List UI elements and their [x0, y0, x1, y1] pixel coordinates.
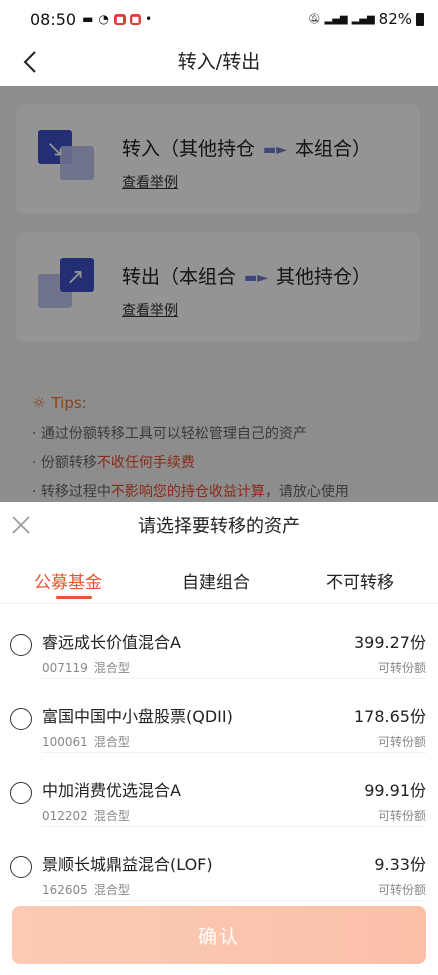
tab-public-funds[interactable]: 公募基金: [34, 568, 102, 593]
amount-label: 可转份额: [377, 735, 426, 749]
app-badge-icon: ■: [129, 13, 142, 25]
fund-row[interactable]: 睿远成长价值混合A 007119 混合型 399.27份 可转份额: [10, 605, 426, 679]
mute-icon: 🔕︎: [307, 13, 321, 25]
status-time: 08:50: [30, 9, 77, 29]
fund-meta: 100061 混合型: [42, 735, 130, 749]
chevron-left-icon: [23, 51, 36, 73]
amount-label: 可转份额: [377, 661, 426, 675]
fund-meta: 162605 混合型: [42, 883, 130, 897]
tab-indicator: [56, 596, 92, 599]
amount-label: 可转份额: [377, 883, 426, 897]
radio-button[interactable]: [10, 856, 32, 878]
fund-row[interactable]: 中加消费优选混合A 012202 混合型 99.91份 可转份额: [10, 753, 426, 827]
status-bar: 08:50 ▬ ◔ ■ ■ • 🔕︎ ▂▄▆ ▂▄▆ 82%: [0, 0, 438, 38]
fund-amount: 99.91份: [364, 781, 426, 800]
radio-button[interactable]: [10, 634, 32, 656]
battery-icon: [416, 12, 424, 26]
fund-name: 睿远成长价值混合A: [42, 633, 181, 652]
signal-icon: ▂▄▆: [351, 13, 375, 25]
fund-name: 中加消费优选混合A: [42, 781, 181, 800]
fund-name: 富国中国中小盘股票(QDII): [42, 707, 233, 726]
fund-name: 景顺长城鼎益混合(LOF): [42, 855, 213, 874]
tab-custom-portfolio[interactable]: 自建组合: [182, 568, 250, 593]
amount-label: 可转份额: [377, 809, 426, 823]
status-right: 🔕︎ ▂▄▆ ▂▄▆ 82%: [308, 10, 424, 28]
battery-level: 82%: [378, 10, 412, 28]
tab-non-transferable[interactable]: 不可转移: [326, 568, 394, 593]
asset-tabs: 公募基金 自建组合 不可转移: [0, 560, 438, 604]
page-title: 转入/转出: [177, 51, 261, 73]
fund-row[interactable]: 景顺长城鼎益混合(LOF) 162605 混合型 9.33份 可转份额: [10, 827, 426, 901]
confirm-button[interactable]: 确认: [12, 906, 426, 964]
radio-button[interactable]: [10, 782, 32, 804]
fund-list: 睿远成长价值混合A 007119 混合型 399.27份 可转份额 富国中国中小盘…: [0, 605, 438, 901]
fund-meta: 007119 混合型: [42, 661, 130, 675]
chat-icon: ◔: [98, 12, 109, 26]
fund-amount: 399.27份: [354, 633, 426, 652]
asset-select-sheet: 请选择要转移的资产 公募基金 自建组合 不可转移 睿远成长价值混合A 00711…: [0, 502, 438, 975]
back-button[interactable]: [14, 46, 46, 78]
radio-button[interactable]: [10, 708, 32, 730]
fund-amount: 178.65份: [354, 707, 426, 726]
nav-bar: 转入/转出: [0, 38, 438, 86]
fund-meta: 012202 混合型: [42, 809, 130, 823]
dot-icon: •: [145, 12, 153, 26]
signal-icon: ▂▄▆: [324, 13, 348, 25]
app-badge-icon: ■: [113, 13, 126, 25]
fund-amount: 9.33份: [374, 855, 426, 874]
fund-row[interactable]: 富国中国中小盘股票(QDII) 100061 混合型 178.65份 可转份额: [10, 679, 426, 753]
sheet-title: 请选择要转移的资产: [138, 516, 300, 537]
message-icon: ▬: [82, 12, 94, 26]
